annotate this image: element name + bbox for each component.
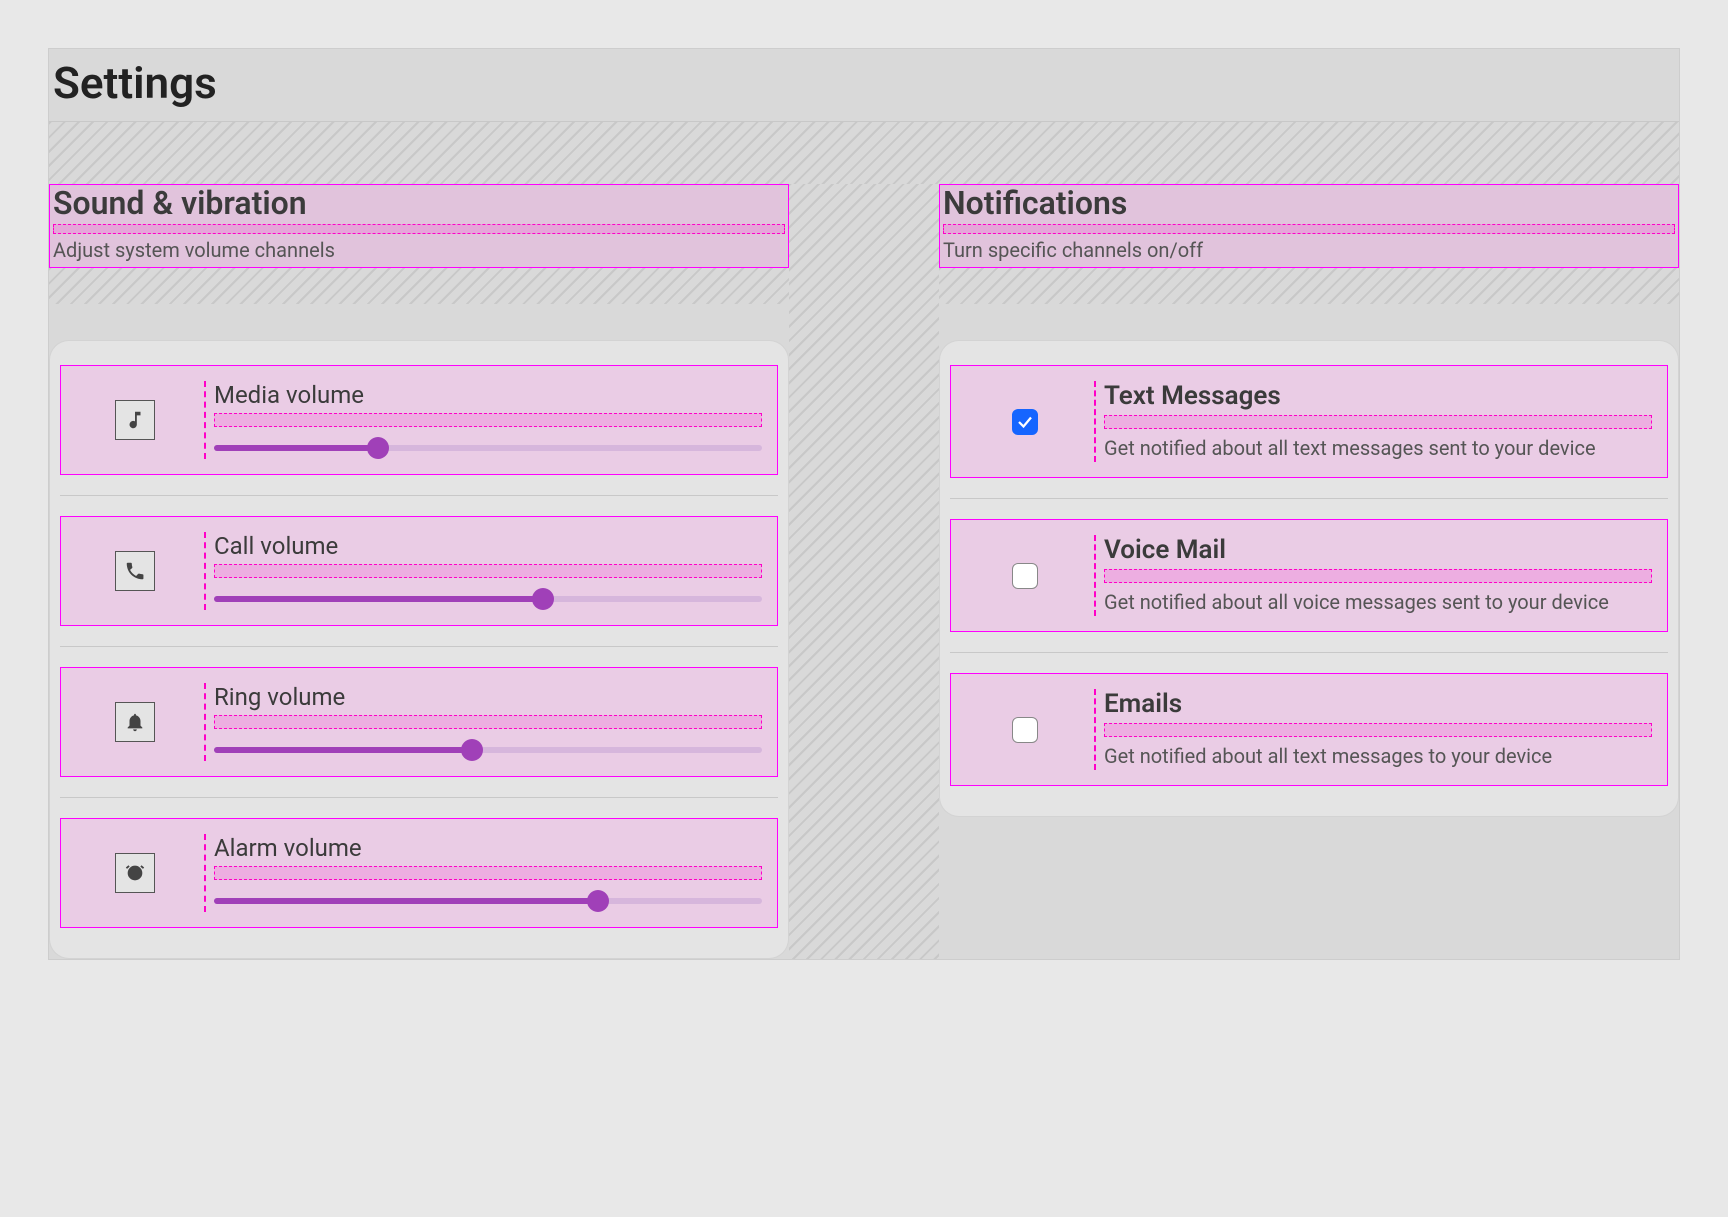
divider — [60, 646, 778, 647]
squiggle-placeholder — [943, 224, 1675, 234]
squiggle-placeholder — [1104, 569, 1652, 583]
ring-volume-slider[interactable] — [214, 739, 762, 761]
sound-section-subtitle: Adjust system volume channels — [53, 238, 785, 262]
volume-label: Call volume — [214, 532, 762, 560]
emails-checkbox[interactable] — [1012, 717, 1038, 743]
media-volume-slider[interactable] — [214, 437, 762, 459]
squiggle-placeholder — [214, 866, 762, 880]
divider — [950, 498, 1668, 499]
notification-title: Text Messages — [1104, 381, 1652, 411]
icon-cell — [66, 532, 206, 610]
volume-label: Alarm volume — [214, 834, 762, 862]
squiggle-placeholder — [214, 564, 762, 578]
text-messages-checkbox[interactable] — [1012, 409, 1038, 435]
center-gap-hatch — [789, 184, 939, 959]
notification-title: Emails — [1104, 689, 1652, 719]
columns: Sound & vibration Adjust system volume c… — [49, 184, 1679, 959]
alarm-clock-icon — [115, 853, 155, 893]
voice-mail-checkbox[interactable] — [1012, 563, 1038, 589]
squiggle-placeholder — [53, 224, 785, 234]
sound-card: Media volume — [49, 340, 789, 959]
volume-row-alarm: Alarm volume — [60, 818, 778, 928]
bell-icon — [115, 702, 155, 742]
page-title: Settings — [49, 49, 1679, 122]
divider — [60, 797, 778, 798]
call-volume-slider[interactable] — [214, 588, 762, 610]
sound-section-header: Sound & vibration Adjust system volume c… — [49, 184, 789, 268]
notifications-card: Text Messages Get notified about all tex… — [939, 340, 1679, 817]
volume-row-call: Call volume — [60, 516, 778, 626]
notification-row-voice-mail: Voice Mail Get notified about all voice … — [950, 519, 1668, 632]
squiggle-placeholder — [1104, 415, 1652, 429]
volume-label: Ring volume — [214, 683, 762, 711]
volume-label: Media volume — [214, 381, 762, 409]
music-note-icon — [115, 400, 155, 440]
settings-frame: Settings Sound & vibration Adjust system… — [48, 48, 1680, 960]
icon-cell — [66, 381, 206, 459]
divider — [60, 495, 778, 496]
notification-row-emails: Emails Get notified about all text messa… — [950, 673, 1668, 786]
notification-title: Voice Mail — [1104, 535, 1652, 565]
notification-desc: Get notified about all text messages sen… — [1104, 435, 1652, 462]
sound-gap-hatch — [49, 268, 789, 304]
notifications-section-subtitle: Turn specific channels on/off — [943, 238, 1675, 262]
phone-icon — [115, 551, 155, 591]
icon-cell — [66, 834, 206, 912]
divider — [950, 652, 1668, 653]
alarm-volume-slider[interactable] — [214, 890, 762, 912]
notifications-column: Notifications Turn specific channels on/… — [939, 184, 1679, 959]
notifications-section-title: Notifications — [943, 184, 1675, 222]
volume-row-media: Media volume — [60, 365, 778, 475]
sound-section-title: Sound & vibration — [53, 184, 785, 222]
checkbox-cell — [956, 381, 1096, 462]
checkbox-cell — [956, 535, 1096, 616]
volume-row-ring: Ring volume — [60, 667, 778, 777]
squiggle-placeholder — [214, 413, 762, 427]
notifications-section-header: Notifications Turn specific channels on/… — [939, 184, 1679, 268]
header-spacer — [49, 122, 1679, 184]
notification-row-text-messages: Text Messages Get notified about all tex… — [950, 365, 1668, 478]
notification-desc: Get notified about all voice messages se… — [1104, 589, 1652, 616]
squiggle-placeholder — [1104, 723, 1652, 737]
icon-cell — [66, 683, 206, 761]
checkbox-cell — [956, 689, 1096, 770]
squiggle-placeholder — [214, 715, 762, 729]
notifications-gap-hatch — [939, 268, 1679, 304]
sound-column: Sound & vibration Adjust system volume c… — [49, 184, 789, 959]
notification-desc: Get notified about all text messages to … — [1104, 743, 1652, 770]
